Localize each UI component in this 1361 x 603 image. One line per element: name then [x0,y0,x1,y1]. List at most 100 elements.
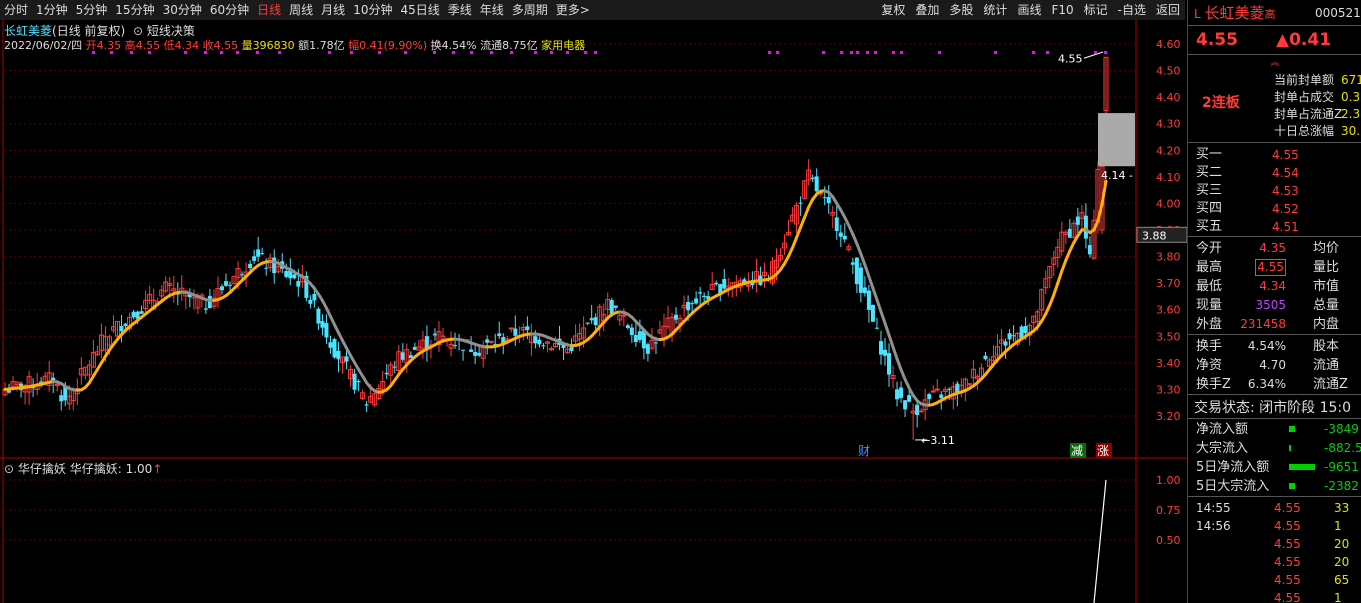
chart-bg [0,20,1187,603]
bid-row[interactable]: 买四 4.52 [1188,200,1361,218]
sub-y-tick-label: 0.75 [1156,504,1181,517]
candle-body [899,387,904,398]
tab-period[interactable]: 60分钟 [206,0,253,20]
candle-body [1023,325,1028,334]
tick-price: 4.55 [1274,501,1301,515]
candle-body [834,217,839,232]
candle-body [264,267,269,269]
circle-icon[interactable]: ⊙ [133,24,143,38]
bid-price: 4.54 [1272,166,1299,180]
divider [1188,142,1361,143]
tick-row: 14:56 4.55 1 [1188,517,1361,535]
quote-panel: L 长虹美菱高 000521 4.55 ▲0.41 ︽ 2连板 当前封单额671… [1187,0,1361,603]
tool-button[interactable]: 复权 [876,0,910,20]
circle-icon[interactable]: ⊙ [4,462,14,476]
flow-value: -9651 [1324,460,1359,474]
quote2-label-2: 股本 [1313,339,1340,354]
seal-label: 十日总涨幅 [1274,124,1335,138]
bid-row[interactable]: 买二 4.54 [1188,164,1361,182]
tick-vol: 65 [1334,573,1350,587]
chevron-up-icon[interactable]: ︽ [1270,58,1279,68]
signal-dot [1094,51,1097,54]
tool-button[interactable]: F10 [1046,0,1078,20]
seal-label: 当前封单额 [1274,73,1335,87]
quote-label-2: 内盘 [1313,317,1340,332]
candle-body [878,341,883,355]
tick-row: 4.55 20 [1188,553,1361,571]
tab-period[interactable]: 分时 [0,0,32,20]
bid-price: 4.52 [1272,202,1299,216]
seal-value: 30.3 [1341,124,1361,138]
tab-period[interactable]: 45日线 [396,0,443,20]
signal-dot [994,51,997,54]
tab-period[interactable]: 15分钟 [111,0,158,20]
tick-row: 4.55 1 [1188,589,1361,603]
candle-body [745,284,751,287]
tool-button[interactable]: 画线 [1012,0,1046,20]
marker-jian: 减 [1071,444,1083,458]
quote2-row: 换手 4.54% 股本 [1188,337,1361,356]
candle-body [356,381,361,383]
limit-zone [1098,113,1135,167]
bid-label: 买四 [1196,201,1223,216]
tick-price: 4.55 [1274,591,1301,603]
candle-body [903,400,908,410]
candle-body [207,295,212,309]
tab-period[interactable]: 5分钟 [72,0,112,20]
quote-label: 外盘 [1196,317,1223,332]
price-change: ▲0.41 [1276,30,1332,50]
expand-toggle[interactable]: ︽ [1188,55,1361,68]
seal-value: 671 [1341,73,1361,87]
info-high: 高4.55 [124,39,161,52]
signal-dot [850,51,853,54]
candle-body [842,235,847,240]
info-chg: 幅0.41(9.90%) [348,39,428,52]
bid-row[interactable]: 买一 4.55 [1188,146,1361,164]
tab-period[interactable]: 年线 [476,0,508,20]
flow-row: 5日净流入额 -9651 [1188,458,1361,477]
zone-label: 4.14 - [1101,169,1133,182]
signal-dot [840,51,843,54]
flow-value: -882.5 [1324,441,1361,455]
candle-body [1067,228,1072,238]
seal-row: 当前封单额 671 [1188,72,1361,89]
tool-button[interactable]: 统计 [978,0,1012,20]
quote2-label: 换手Z [1196,377,1231,392]
candle-body [690,303,695,305]
tab-period[interactable]: 30分钟 [159,0,206,20]
tab-period[interactable]: 1分钟 [32,0,72,20]
bid-row[interactable]: 买五 4.51 [1188,218,1361,236]
bid-row[interactable]: 买三 4.53 [1188,182,1361,200]
tab-period[interactable]: 更多> [552,0,594,20]
indicator-name[interactable]: 短线决策 [147,24,195,38]
tab-period[interactable]: 月线 [317,0,349,20]
chart-area[interactable]: 4.604.504.404.304.204.104.003.903.803.70… [0,20,1187,603]
tab-period[interactable]: 日线 [253,0,285,20]
y-tick-label: 4.60 [1156,38,1181,51]
quote-label-2: 量比 [1313,260,1340,275]
tool-button[interactable]: 多股 [944,0,978,20]
candle-body [934,388,940,391]
tool-button[interactable]: 标记 [1079,0,1113,20]
candle-body [854,257,859,285]
candle-body [228,284,233,286]
tool-button[interactable]: -自选 [1113,0,1151,20]
tab-period[interactable]: 周线 [285,0,317,20]
candle-body [810,177,815,179]
candle-body [918,410,924,413]
kline-chart[interactable]: 4.604.504.404.304.204.104.003.903.803.70… [0,20,1187,603]
tab-period[interactable]: 季线 [444,0,476,20]
candle-body [412,346,417,350]
flow-value: -3849 [1324,422,1359,436]
tick-time: 14:56 [1196,519,1231,533]
tick-vol: 20 [1334,537,1350,551]
tab-period[interactable]: 多周期 [508,0,552,20]
candle-body [508,327,514,330]
marker-cai: 财 [858,444,870,458]
tool-button[interactable]: 返回 [1151,0,1185,20]
divider [1188,334,1361,335]
signal-dot [874,51,877,54]
tool-button[interactable]: 叠加 [910,0,944,20]
sub-indicator-name[interactable]: 华仔擒妖 [18,462,66,476]
tab-period[interactable]: 10分钟 [349,0,396,20]
